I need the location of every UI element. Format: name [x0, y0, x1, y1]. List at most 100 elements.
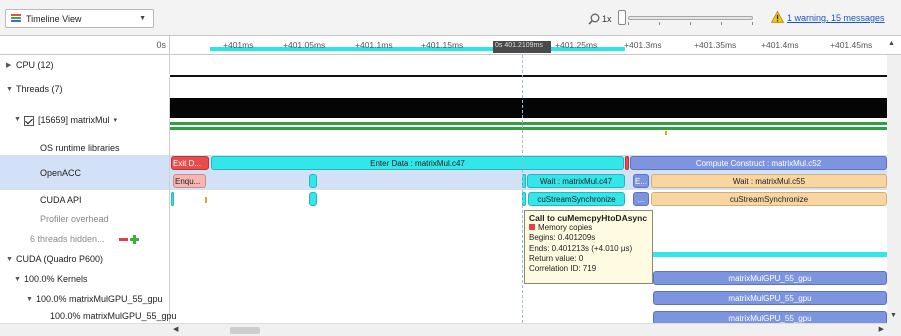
scroll-left-arrow[interactable]: ◀	[173, 325, 178, 333]
view-select[interactable]: Timeline View ▼	[5, 9, 154, 28]
thread-state-line	[170, 127, 887, 130]
row-thread-matrixmul: ▼ [15659] matrixMul ▾	[0, 98, 887, 138]
scroll-up-arrow[interactable]: ▲	[888, 40, 895, 47]
toolbar: Timeline View ▼ 1x 1 warning, 15 message…	[0, 0, 901, 35]
row-profiler-overhead: Profiler overhead	[0, 209, 887, 229]
cuda-api-stream-sync-bar[interactable]: cuStreamSynchronize	[528, 192, 625, 206]
cursor-line	[522, 55, 523, 323]
ruler-tick-label: +401.45ms	[830, 40, 873, 50]
horizontal-scrollbar[interactable]: ◀ ▶	[170, 323, 887, 336]
ruler-tick-label: +401.3ms	[624, 40, 662, 50]
os-runtime-label: OS runtime libraries	[40, 143, 120, 153]
cuda-device-activity-bar	[653, 252, 887, 257]
cuda-api-label: CUDA API	[40, 194, 82, 205]
cuda-api-small-bar[interactable]	[171, 192, 174, 206]
tooltip-ends: Ends: 0.401213s (+4.010 µs)	[529, 243, 633, 253]
row-label-cpu[interactable]: ▶ CPU (12)	[0, 55, 170, 74]
row-label-kernels[interactable]: ▼ 100.0% Kernels	[0, 269, 170, 289]
kernels-label: 100.0% Kernels	[24, 274, 88, 284]
openacc-marker-bar[interactable]	[625, 156, 629, 170]
cuda-api-ellipsis-bar[interactable]: ...	[633, 192, 649, 206]
kernel-bar[interactable]: matrixMulGPU_55_gpu	[653, 271, 887, 285]
chevron-down-icon[interactable]: ▼	[26, 296, 36, 303]
row-label-cuda-api[interactable]: CUDA API	[0, 190, 170, 209]
thread-state-line	[170, 122, 887, 125]
cuda-api-marker	[205, 197, 207, 203]
chevron-down-icon[interactable]: ▼	[14, 276, 24, 283]
ruler-tick-label: +401.15ms	[421, 40, 464, 50]
openacc-label: OpenACC	[40, 167, 82, 178]
tooltip-correlation: Correlation ID: 719	[529, 264, 597, 274]
openacc-wait-55-bar[interactable]: Wait : matrixMul.c55	[651, 174, 887, 188]
chevron-right-icon[interactable]: ▶	[6, 61, 16, 69]
zoom-level: 1x	[602, 14, 612, 24]
thread-event-marker	[665, 131, 667, 135]
chevron-down-icon[interactable]: ▼	[14, 116, 24, 123]
row-label-profiler[interactable]: Profiler overhead	[0, 209, 170, 229]
tooltip-begins: Begins: 0.401209s	[529, 233, 596, 243]
collapse-threads-icon[interactable]	[118, 237, 128, 241]
zoom-slider-thumb[interactable]	[618, 10, 626, 25]
thread-checkbox[interactable]	[24, 115, 34, 126]
row-kernel-item: 100.0% matrixMulGPU_55_gpu matrixMulGPU_…	[0, 309, 887, 323]
expand-threads-icon[interactable]	[129, 234, 139, 244]
timeline-rows: ▶ CPU (12) ▼ Threads (7) ▼ [15659] matri…	[0, 55, 887, 323]
openacc-e-bar[interactable]: E...	[633, 174, 649, 188]
kernel-bar[interactable]: matrixMulGPU_55_gpu	[653, 291, 887, 305]
zoom-slider[interactable]	[628, 16, 753, 20]
row-cuda-api: CUDA API cuStreamSynchronize ... cuStrea…	[0, 190, 887, 209]
chevron-down-icon[interactable]: ▼	[6, 86, 16, 93]
tooltip-return-value: Return value: 0	[529, 253, 584, 263]
row-label-kernel-group[interactable]: ▼ 100.0% matrixMulGPU_55_gpu	[0, 289, 170, 309]
row-cuda-device: ▼ CUDA (Quadro P600)	[0, 249, 887, 269]
threads-hidden-label: 6 threads hidden...	[30, 234, 105, 244]
ruler-tick-label: +401.35ms	[694, 40, 737, 50]
row-kernels: ▼ 100.0% Kernels matrixMulGPU_55_gpu	[0, 269, 887, 289]
ruler-tick-label: +401.25ms	[555, 40, 598, 50]
chevron-down-icon: ▼	[139, 15, 146, 22]
row-label-cuda-device[interactable]: ▼ CUDA (Quadro P600)	[0, 249, 170, 269]
ruler-label-column: 0s	[0, 36, 170, 55]
ruler-tick-label: +401ms	[223, 40, 254, 50]
kernel-bar[interactable]: matrixMulGPU_55_gpu	[653, 311, 887, 323]
scroll-right-arrow[interactable]: ▶	[879, 325, 884, 333]
openacc-enqueue-bar[interactable]: Enqu...	[173, 174, 206, 188]
thread-label: [15659] matrixMul	[38, 114, 110, 125]
row-label-threads[interactable]: ▼ Threads (7)	[0, 77, 170, 101]
cursor-time-label: 0s 401.2109ms	[493, 41, 551, 53]
tooltip-title: Call to cuMemcpyHtoDAsync	[529, 213, 648, 223]
row-label-thread[interactable]: ▼ [15659] matrixMul ▾	[0, 101, 170, 138]
ruler-tick-label: +401.4ms	[761, 40, 799, 50]
ruler-tick-label: +401.1ms	[355, 40, 393, 50]
row-openacc: OpenACC Exit D... Enter Data : matrixMul…	[0, 155, 887, 190]
cuda-device-label: CUDA (Quadro P600)	[16, 254, 104, 264]
view-select-label: Timeline View	[26, 14, 82, 24]
openacc-exit-data-bar[interactable]: Exit D...	[171, 156, 209, 170]
row-label-kernel-item[interactable]: 100.0% matrixMulGPU_55_gpu	[0, 309, 177, 323]
thread-menu-icon[interactable]: ▾	[114, 116, 118, 124]
openacc-small-bar[interactable]	[309, 174, 317, 188]
cuda-api-stream-sync-bar-2[interactable]: cuStreamSynchronize	[651, 192, 887, 206]
threads-label: Threads (7)	[16, 84, 63, 94]
cuda-api-small-bar[interactable]	[309, 192, 317, 206]
footer-left	[0, 323, 170, 336]
row-label-openacc[interactable]: OpenACC	[0, 155, 170, 190]
scroll-down-arrow[interactable]: ▼	[890, 312, 897, 319]
zoom-icon[interactable]	[588, 13, 600, 25]
openacc-enter-data-bar[interactable]: Enter Data : matrixMul.c47	[211, 156, 624, 170]
event-tooltip: Call to cuMemcpyHtoDAsync Memory copies …	[524, 210, 653, 284]
profiler-label: Profiler overhead	[40, 214, 109, 224]
kernel-group-label: 100.0% matrixMulGPU_55_gpu	[36, 294, 163, 304]
horizontal-scroll-thumb[interactable]	[230, 327, 260, 334]
vertical-scrollbar[interactable]: ▼	[887, 55, 901, 323]
row-label-threads-hidden[interactable]: 6 threads hidden...	[0, 229, 170, 249]
row-threads-hidden: 6 threads hidden...	[0, 229, 887, 249]
warnings-link[interactable]: 1 warning, 15 messages	[787, 13, 885, 23]
timeline-view-icon	[11, 14, 21, 24]
chevron-down-icon[interactable]: ▼	[6, 256, 16, 263]
tooltip-category-label: Memory copies	[538, 223, 593, 233]
ruler-tick-label: +401.05ms	[283, 40, 326, 50]
openacc-compute-construct-bar[interactable]: Compute Construct : matrixMul.c52	[630, 156, 887, 170]
time-ruler[interactable]: 0s +401ms +401.05ms +401.1ms +401.15ms +…	[0, 35, 901, 55]
openacc-wait-47-bar[interactable]: Wait : matrixMul.c47	[527, 174, 625, 188]
